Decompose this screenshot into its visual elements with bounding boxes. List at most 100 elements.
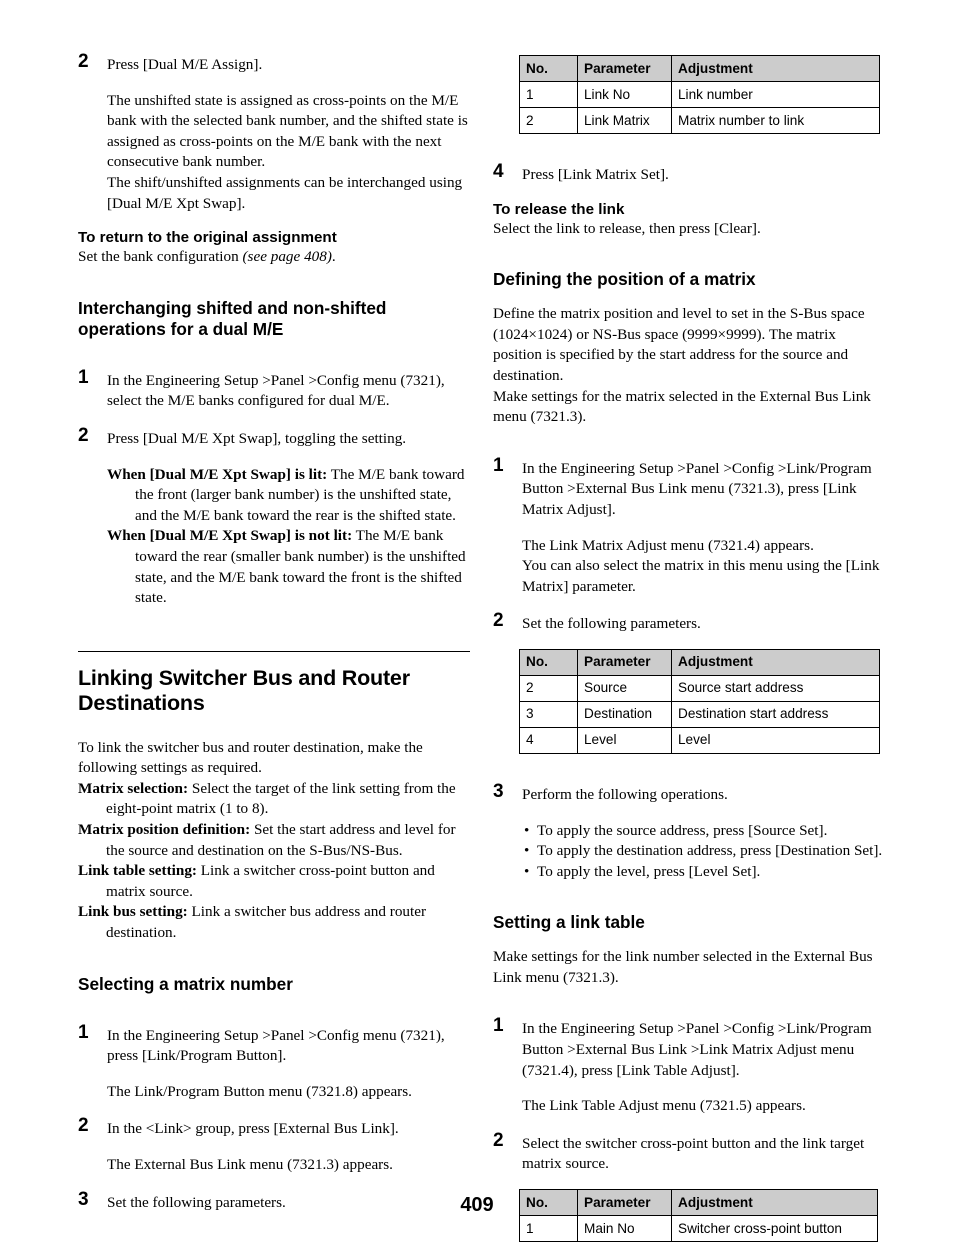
right-column: No. Parameter Adjustment 1 Link No Link …: [493, 55, 885, 1243]
step-number: 1: [493, 454, 504, 476]
table-header-row: No. Parameter Adjustment: [519, 55, 880, 82]
intro-text: To link the switcher bus and router dest…: [78, 738, 423, 777]
cell-no: 4: [519, 726, 578, 754]
step-link-table-2: 2 Select the switcher cross-point button…: [493, 1129, 885, 1175]
cell-adjustment: Link number: [671, 81, 880, 108]
list-item: To apply the source address, press [Sour…: [522, 821, 885, 842]
step-number: 1: [78, 366, 89, 388]
step-text: In the Engineering Setup >Panel >Config …: [522, 1020, 872, 1079]
heading-return-original: To return to the original assignment: [78, 229, 337, 247]
step-explanation: The unshifted state is assigned as cross…: [107, 91, 468, 212]
step-perform-operations: 3 Perform the following operations. To a…: [493, 780, 885, 883]
return-text-tail: .: [331, 248, 336, 266]
step-number: 2: [493, 1129, 504, 1151]
definition-matrix-selection: Matrix selection: Select the target of t…: [78, 779, 470, 820]
swap-cases: When [Dual M/E Xpt Swap] is lit: The M/E…: [107, 465, 470, 609]
case-label: When [Dual M/E Xpt Swap] is lit:: [107, 465, 328, 483]
table-link-wrap: No. Parameter Adjustment 1 Link No Link …: [493, 55, 885, 134]
definition-matrix-position: Matrix position definition: Set the star…: [78, 820, 470, 861]
step-instruction: Press [Dual M/E Assign].: [107, 56, 263, 73]
cell-adjustment: Matrix number to link: [671, 107, 880, 134]
list-item: To apply the destination address, press …: [522, 841, 885, 862]
step-result: The Link Matrix Adjust menu (7321.4) app…: [522, 536, 880, 595]
settings-definitions: Matrix selection: Select the target of t…: [78, 779, 470, 944]
cell-no: 1: [519, 81, 578, 108]
step-text: Select the switcher cross-point button a…: [522, 1134, 865, 1173]
step-number: 1: [493, 1015, 504, 1037]
table-matrix-parameters: No. Parameter Adjustment 2 Source Source…: [519, 648, 880, 754]
table-row: 3 Destination Destination start address: [519, 700, 880, 728]
column-header-adjustment: Adjustment: [671, 55, 880, 82]
defining-position-text: Define the matrix position and level to …: [493, 305, 871, 426]
step-text: Press [Dual M/E Xpt Swap], toggling the …: [107, 429, 407, 447]
definition-link-bus: Link bus setting: Link a switcher bus ad…: [78, 902, 470, 943]
step-text: Set the following parameters.: [522, 615, 701, 633]
definition-term: Matrix position definition:: [78, 821, 251, 839]
table-matrix-wrap: No. Parameter Adjustment 2 Source Source…: [493, 648, 885, 754]
step-result: The Link/Program Button menu (7321.8) ap…: [107, 1082, 412, 1100]
table-row: 1 Main No Switcher cross-point button: [519, 1215, 878, 1243]
return-text-plain: Set the bank configuration: [78, 248, 243, 266]
step-number: 2: [493, 610, 504, 632]
left-column: 2 Press [Dual M/E Assign]. The unshifted…: [78, 52, 470, 1213]
definition-term: Link table setting:: [78, 862, 197, 880]
table-row: 2 Link Matrix Matrix number to link: [519, 107, 880, 134]
step-result: The External Bus Link menu (7321.3) appe…: [107, 1156, 393, 1173]
cell-no: 2: [519, 107, 578, 134]
column-header-no: No.: [519, 55, 578, 82]
step-select-matrix-1: 1 In the Engineering Setup >Panel >Confi…: [78, 1021, 470, 1103]
heading-selecting-matrix-number: Selecting a matrix number: [78, 973, 293, 994]
heading-release-link: To release the link: [493, 200, 625, 218]
definition-term: Matrix selection:: [78, 779, 189, 797]
step-number: 2: [78, 424, 89, 446]
cell-parameter: Link Matrix: [577, 107, 672, 134]
column-header-adjustment: Adjustment: [671, 648, 880, 676]
step-link-matrix-set: 4 Press [Link Matrix Set].: [493, 162, 885, 186]
page-title: Linking Switcher Bus and Router Destinat…: [78, 665, 410, 715]
definition-link-table: Link table setting: Link a switcher cros…: [78, 861, 470, 902]
cell-adjustment: Switcher cross-point button: [671, 1215, 878, 1243]
heading-setting-link-table: Setting a link table: [493, 912, 645, 933]
case-label: When [Dual M/E Xpt Swap] is not lit:: [107, 527, 353, 545]
step-select-matrix-2: 2 In the <Link> group, press [External B…: [78, 1116, 470, 1175]
case-lit: When [Dual M/E Xpt Swap] is lit: The M/E…: [107, 465, 470, 527]
cell-parameter: Main No: [577, 1215, 672, 1243]
step-result: The Link Table Adjust menu (7321.5) appe…: [522, 1097, 806, 1115]
step-link-table-1: 1 In the Engineering Setup >Panel >Confi…: [493, 1015, 885, 1116]
return-text-italic: (see page 408): [242, 248, 332, 266]
return-original-text: Set the bank configuration (see page 408…: [78, 247, 470, 268]
heading-defining-position: Defining the position of a matrix: [493, 269, 756, 290]
definition-term: Link bus setting:: [78, 903, 188, 921]
step-text: In the <Link> group, press [External Bus…: [107, 1120, 399, 1138]
step-defining-1: 1 In the Engineering Setup >Panel >Confi…: [493, 454, 885, 598]
step-interchange-2: 2 Press [Dual M/E Xpt Swap], toggling th…: [78, 424, 470, 609]
step-number: 3: [493, 780, 504, 802]
step-number: 1: [78, 1021, 89, 1043]
list-item: To apply the level, press [Level Set].: [522, 862, 885, 883]
column-header-parameter: Parameter: [577, 55, 672, 82]
step-interchange-1: 1 In the Engineering Setup >Panel >Confi…: [78, 366, 470, 412]
table-row: 2 Source Source start address: [519, 674, 880, 702]
table-row: 1 Link No Link number: [519, 81, 880, 108]
manual-page: 2 Press [Dual M/E Assign]. The unshifted…: [0, 0, 954, 1244]
cell-no: 2: [519, 674, 578, 702]
cell-parameter: Source: [577, 674, 672, 702]
cell-parameter: Destination: [577, 700, 672, 728]
case-not-lit: When [Dual M/E Xpt Swap] is not lit: The…: [107, 526, 470, 608]
step-text: In the Engineering Setup >Panel >Config …: [522, 459, 872, 518]
link-table-intro: Make settings for the link number select…: [493, 948, 873, 986]
table-row: 4 Level Level: [519, 726, 880, 754]
